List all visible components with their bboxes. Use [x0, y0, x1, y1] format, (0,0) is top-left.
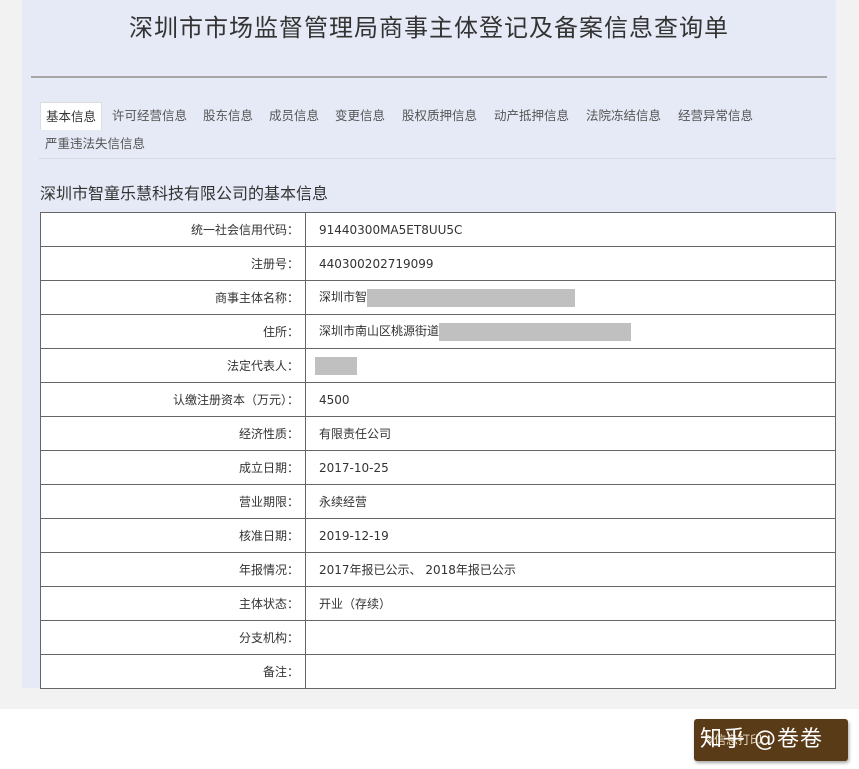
row-label: 分支机构：	[40, 620, 306, 655]
row-value-cell: 深圳市智	[305, 280, 836, 315]
table-row: 年报情况： 2017年报已公示、 2018年报已公示	[40, 552, 836, 587]
table-row: 成立日期： 2017-10-25	[40, 450, 836, 485]
row-value: 91440300MA5ET8UU5C	[305, 212, 836, 247]
row-label: 备注：	[40, 654, 306, 689]
row-value	[305, 654, 836, 689]
row-value: 有限责任公司	[305, 416, 836, 451]
table-row: 商事主体名称： 深圳市智	[40, 280, 836, 315]
print-button[interactable]: ✎ 信息打印 知乎 @卷卷	[694, 719, 848, 761]
row-label: 经济性质：	[40, 416, 306, 451]
table-row: 核准日期： 2019-12-19	[40, 518, 836, 553]
row-value: 2017年报已公示、 2018年报已公示	[305, 552, 836, 587]
row-value	[305, 620, 836, 655]
tab-equity-pledge-info[interactable]: 股权质押信息	[402, 102, 477, 130]
row-label: 认缴注册资本（万元）：	[40, 382, 306, 417]
tab-shareholder-info[interactable]: 股东信息	[203, 102, 253, 130]
row-label: 商事主体名称：	[40, 280, 306, 315]
table-row: 备注：	[40, 654, 836, 689]
row-value: 4500	[305, 382, 836, 417]
row-label: 营业期限：	[40, 484, 306, 519]
tab-abnormal-operation-info[interactable]: 经营异常信息	[678, 102, 753, 130]
table-row: 认缴注册资本（万元）： 4500	[40, 382, 836, 417]
tab-change-info[interactable]: 变更信息	[335, 102, 385, 130]
redaction-block	[367, 288, 576, 307]
tab-basic-info[interactable]: 基本信息	[40, 102, 103, 130]
table-row: 分支机构：	[40, 620, 836, 655]
tabs-divider	[39, 158, 836, 159]
row-value: 开业（存续）	[305, 586, 836, 621]
table-row: 统一社会信用代码： 91440300MA5ET8UU5C	[40, 212, 836, 247]
basic-info-table: 统一社会信用代码： 91440300MA5ET8UU5C 注册号： 440300…	[40, 212, 836, 689]
row-label: 法定代表人：	[40, 348, 306, 383]
table-row: 注册号： 440300202719099	[40, 246, 836, 281]
row-label: 注册号：	[40, 246, 306, 281]
row-value: 深圳市南山区桃源街道	[319, 324, 440, 339]
tab-serious-violation-info[interactable]: 严重违法失信信息	[45, 130, 145, 158]
row-value: 2019-12-19	[305, 518, 836, 553]
row-value: 2017-10-25	[305, 450, 836, 485]
row-value: 深圳市智	[319, 290, 368, 305]
row-label: 年报情况：	[40, 552, 306, 587]
tab-member-info[interactable]: 成员信息	[269, 102, 319, 130]
redaction-block	[315, 356, 357, 375]
table-row: 营业期限： 永续经营	[40, 484, 836, 519]
row-label: 住所：	[40, 314, 306, 349]
table-row: 经济性质： 有限责任公司	[40, 416, 836, 451]
table-row: 住所： 深圳市南山区桃源街道	[40, 314, 836, 349]
row-value-cell: 深圳市南山区桃源街道	[305, 314, 836, 349]
row-value-cell	[305, 348, 836, 383]
section-title: 深圳市智童乐慧科技有限公司的基本信息	[40, 184, 329, 203]
tab-chattel-mortgage-info[interactable]: 动产抵押信息	[494, 102, 569, 130]
header-divider	[31, 76, 827, 78]
page-title: 深圳市市场监督管理局商事主体登记及备案信息查询单	[129, 14, 729, 42]
watermark-overlay: 知乎 @卷卷	[700, 727, 823, 752]
row-label: 核准日期：	[40, 518, 306, 553]
row-value: 永续经营	[305, 484, 836, 519]
page-background: 深圳市市场监督管理局商事主体登记及备案信息查询单 基本信息 许可经营信息 股东信…	[0, 0, 859, 709]
table-row: 主体状态： 开业（存续）	[40, 586, 836, 621]
row-label: 主体状态：	[40, 586, 306, 621]
tab-court-freeze-info[interactable]: 法院冻结信息	[586, 102, 661, 130]
redaction-block	[439, 322, 632, 341]
row-value: 440300202719099	[305, 246, 836, 281]
tab-license-info[interactable]: 许可经营信息	[112, 102, 187, 130]
row-label: 统一社会信用代码：	[40, 212, 306, 247]
row-label: 成立日期：	[40, 450, 306, 485]
table-row: 法定代表人：	[40, 348, 836, 383]
